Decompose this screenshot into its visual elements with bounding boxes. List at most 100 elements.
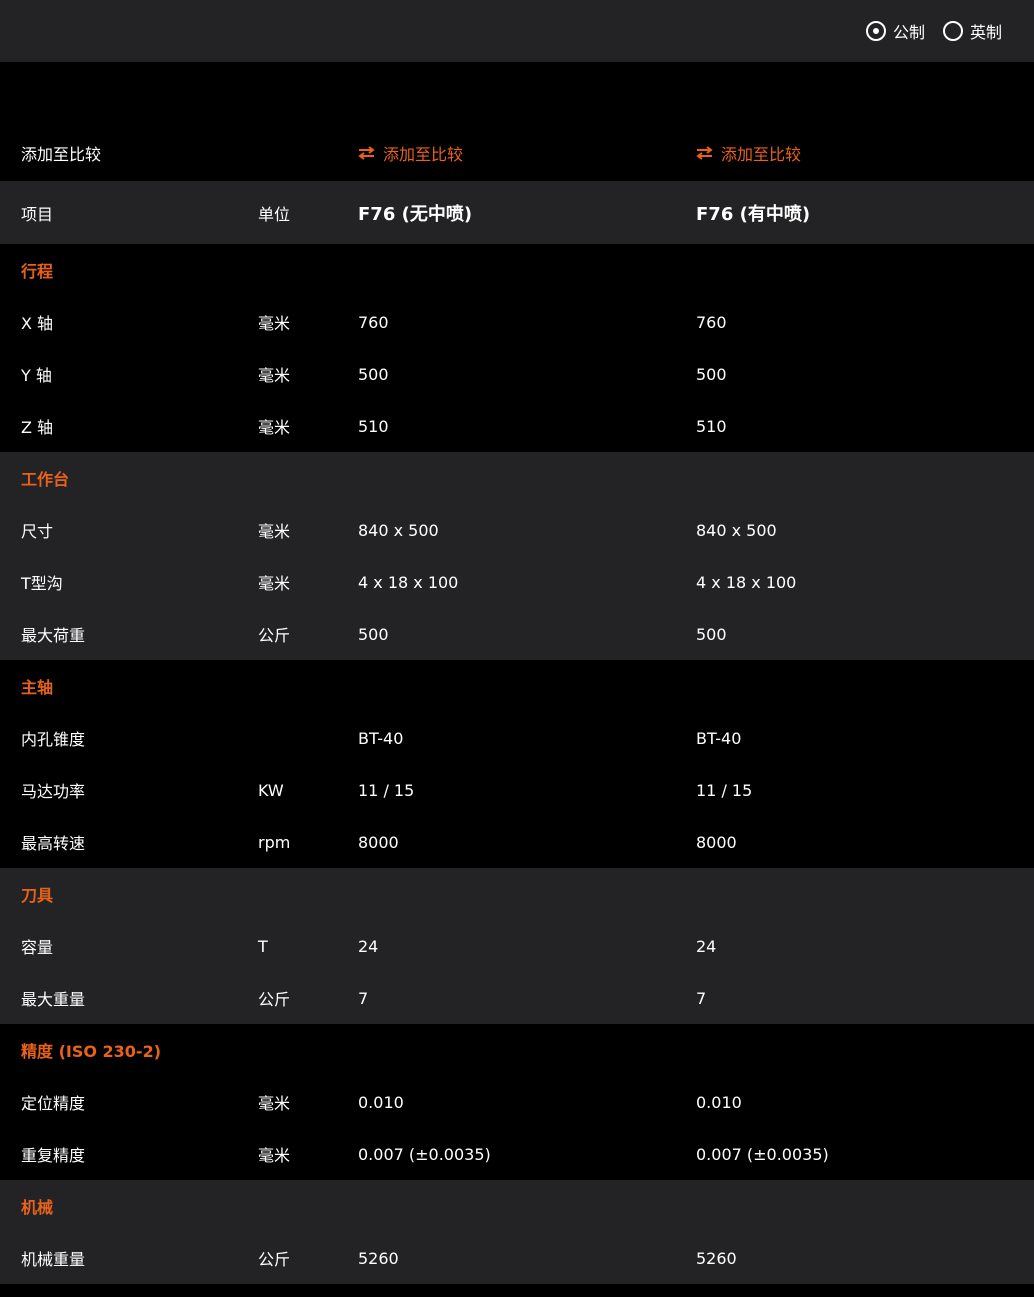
spec-value-model-1: 0.010 — [358, 1092, 404, 1112]
section-title-row: 行程 — [0, 244, 1034, 296]
spec-unit: 毫米 — [258, 314, 291, 333]
section-title-row: 工作台 — [0, 452, 1034, 504]
spec-unit: 毫米 — [258, 418, 291, 437]
units-toggle-bar: 公制 英制 — [0, 0, 1034, 62]
spec-section: 精度 (ISO 230-2) 定位精度 毫米 0.010 0.010 重复精度 毫米 0.00… — [0, 1024, 1034, 1180]
spec-name: Z 轴 — [21, 418, 54, 437]
spec-value-model-1: 11 / 15 — [358, 780, 415, 800]
spec-value-model-1: 5260 — [358, 1248, 399, 1268]
spec-row: 重复精度 毫米 0.007 (±0.0035) 0.007 (±0.0035) — [0, 1128, 1034, 1180]
spec-value-model-1: 840 x 500 — [358, 520, 439, 540]
spec-name: 容量 — [21, 938, 54, 957]
metric-label: 公制 — [892, 23, 925, 42]
spec-value-model-1: 7 — [358, 988, 369, 1008]
spec-section: 机械机械重量 公斤 5260 5260 — [0, 1180, 1034, 1284]
spec-name: 内孔锥度 — [21, 730, 86, 749]
spec-unit: T — [258, 936, 268, 956]
spec-value-model-2: 4 x 18 x 100 — [696, 572, 797, 592]
spec-section: 刀具容量 T 24 24 最大重量 公斤 7 7 — [0, 868, 1034, 1024]
spec-row: 定位精度 毫米 0.010 0.010 — [0, 1076, 1034, 1128]
spec-name: 最高转速 — [21, 834, 86, 853]
section-title-row: 主轴 — [0, 660, 1034, 712]
radio-checked-icon[interactable] — [865, 21, 886, 41]
spec-value-model-1: 500 — [358, 624, 389, 644]
spec-row: T型沟 毫米 4 x 18 x 100 4 x 18 x 100 — [0, 556, 1034, 608]
header-model-1: F76 (无中喷) — [358, 203, 473, 225]
spec-unit: 毫米 — [258, 522, 291, 541]
spec-unit: 公斤 — [258, 990, 291, 1009]
metric-radio[interactable]: 公制 — [865, 19, 925, 43]
spec-unit: 公斤 — [258, 1250, 291, 1269]
section-title-row: 刀具 — [0, 868, 1034, 920]
section-title: 机械 — [21, 1198, 54, 1217]
spec-value-model-1: 500 — [358, 364, 389, 384]
section-title: 刀具 — [21, 886, 54, 905]
spec-row: 最大重量 公斤 7 7 — [0, 972, 1034, 1024]
spec-name: 马达功率 — [21, 782, 86, 801]
spec-unit: 毫米 — [258, 1094, 291, 1113]
spec-name: 尺寸 — [21, 522, 54, 541]
spec-name: 最大重量 — [21, 990, 86, 1009]
compare-row-label: 添加至比较 — [21, 145, 102, 164]
section-title: 主轴 — [21, 678, 54, 697]
spec-value-model-1: 4 x 18 x 100 — [358, 572, 459, 592]
spec-row: 马达功率 KW 11 / 15 11 / 15 — [0, 764, 1034, 816]
spec-value-model-2: 8000 — [696, 832, 737, 852]
spec-sections: 行程 X 轴毫米 760 760 Y 轴毫米 500 500 Z 轴毫米 510 510 工作台 尺寸… — [0, 244, 1034, 1284]
spec-name: Y 轴 — [21, 366, 52, 385]
swap-arrows-icon — [696, 146, 713, 160]
spec-unit: rpm — [258, 832, 291, 852]
spec-section: 工作台 尺寸 毫米 840 x 500 840 x 500 T型沟 毫米 4 x 18 x 1… — [0, 452, 1034, 660]
spec-value-model-1: 760 — [358, 312, 389, 332]
imperial-label: 英制 — [969, 23, 1002, 42]
header-unit: 单位 — [258, 204, 291, 224]
spec-unit: 公斤 — [258, 626, 291, 645]
spacer — [0, 62, 1034, 125]
compare-row: 添加至比较 添加至比较 添加至比较 — [0, 125, 1034, 181]
spec-unit: 毫米 — [258, 366, 291, 385]
spec-name: 定位精度 — [21, 1094, 86, 1113]
section-title: 行程 — [21, 262, 54, 281]
header-item: 项目 — [21, 204, 54, 224]
spec-row: 内孔锥度 BT-40 BT-40 — [0, 712, 1034, 764]
add-to-compare-link-2[interactable]: 添加至比较 — [696, 141, 801, 165]
spec-value-model-2: 24 — [696, 936, 717, 956]
section-title-row: 机械 — [0, 1180, 1034, 1232]
spec-value-model-2: 500 — [696, 624, 727, 644]
spec-value-model-1: 0.007 (±0.0035) — [358, 1144, 491, 1164]
imperial-radio[interactable]: 英制 — [942, 19, 1002, 43]
spec-name: T型沟 — [21, 574, 63, 593]
spec-row: 机械重量 公斤 5260 5260 — [0, 1232, 1034, 1284]
spec-name: 最大荷重 — [21, 626, 86, 645]
spec-section: 主轴 内孔锥度 BT-40 BT-40 马达功率 KW 11 / 15 11 / 15 最高转速… — [0, 660, 1034, 868]
spec-row: 最高转速 rpm 8000 8000 — [0, 816, 1034, 868]
spec-name: X 轴 — [21, 314, 54, 333]
spec-unit: 毫米 — [258, 574, 291, 593]
spec-value-model-2: 510 — [696, 416, 727, 436]
table-header: 项目 单位 F76 (无中喷) F76 (有中喷) — [0, 181, 1034, 244]
spec-value-model-2: 5260 — [696, 1248, 737, 1268]
spec-value-model-2: BT-40 — [696, 728, 742, 748]
spec-row: X 轴 毫米 760 760 — [0, 296, 1034, 348]
spec-value-model-1: 24 — [358, 936, 379, 956]
spec-row: Z 轴 毫米 510 510 — [0, 400, 1034, 452]
spec-value-model-2: 0.010 — [696, 1092, 742, 1112]
header-model-2: F76 (有中喷) — [696, 203, 811, 225]
spec-section: 行程 X 轴毫米 760 760 Y 轴毫米 500 500 Z 轴毫米 510 510 — [0, 244, 1034, 452]
spec-row: Y 轴 毫米 500 500 — [0, 348, 1034, 400]
spec-row: 最大荷重 公斤 500 500 — [0, 608, 1034, 660]
section-title: 工作台 — [21, 470, 70, 489]
spec-row: 尺寸 毫米 840 x 500 840 x 500 — [0, 504, 1034, 556]
add-to-compare-label-1: 添加至比较 — [383, 145, 464, 164]
spec-value-model-2: 0.007 (±0.0035) — [696, 1144, 829, 1164]
spec-value-model-2: 500 — [696, 364, 727, 384]
spec-row: 容量 T 24 24 — [0, 920, 1034, 972]
section-title-row: 精度 (ISO 230-2) — [0, 1024, 1034, 1076]
radio-unchecked-icon[interactable] — [942, 21, 963, 41]
spec-value-model-2: 840 x 500 — [696, 520, 777, 540]
swap-arrows-icon — [358, 146, 375, 160]
spec-value-model-2: 11 / 15 — [696, 780, 753, 800]
spec-value-model-2: 7 — [696, 988, 707, 1008]
add-to-compare-link-1[interactable]: 添加至比较 — [358, 141, 463, 165]
spec-name: 机械重量 — [21, 1250, 86, 1269]
